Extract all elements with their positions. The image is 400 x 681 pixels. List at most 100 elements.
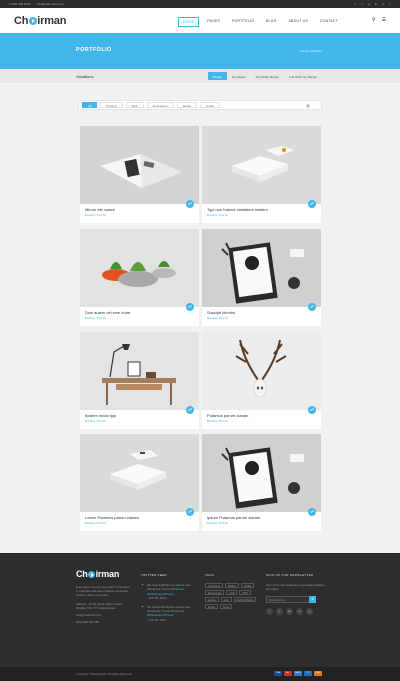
- rss-icon[interactable]: r: [388, 2, 392, 6]
- tag[interactable]: articles: [205, 597, 219, 603]
- link-icon[interactable]: ☍: [186, 406, 194, 414]
- portfolio-image[interactable]: [202, 126, 321, 204]
- google-plus-icon[interactable]: g: [367, 2, 371, 6]
- portfolio-image[interactable]: [80, 332, 199, 410]
- grid-toggle-icon[interactable]: ▦: [301, 103, 315, 109]
- tag[interactable]: MEDIA: [225, 583, 239, 589]
- portfolio-card[interactable]: ☍ Suscipit lobortis Branding / Print Art: [202, 229, 321, 326]
- portfolio-image[interactable]: [202, 434, 321, 512]
- google-plus-icon[interactable]: g+: [286, 607, 293, 615]
- tab-full-width-margin[interactable]: Full Width Margin: [251, 72, 284, 80]
- portfolio-card[interactable]: ☍ Mirum est notare Branding / Print Art: [80, 126, 199, 223]
- footer-newsletter: SIGN UP FOR NEWSLETTER Sign up for our n…: [266, 573, 324, 615]
- pinterest-icon[interactable]: p: [306, 607, 313, 615]
- portfolio-image[interactable]: [80, 229, 199, 307]
- copyright-bar: Copyright © BeautyParty All Rights Reser…: [0, 667, 400, 681]
- card-title[interactable]: Lorem Putamus parum claram: [85, 515, 194, 520]
- nav-pages[interactable]: PAGES: [203, 17, 224, 27]
- link-icon[interactable]: ☍: [186, 200, 194, 208]
- filter-web[interactable]: Web: [125, 102, 144, 108]
- tab-margin[interactable]: Margin: [207, 72, 227, 80]
- nav-portfolio[interactable]: PORTFOLIO: [228, 17, 258, 27]
- tab-no-margin[interactable]: No Margin: [227, 72, 251, 80]
- tag[interactable]: CODE: [240, 583, 255, 589]
- tag[interactable]: PHP: [239, 590, 251, 596]
- nav-contact[interactable]: CONTACT: [316, 17, 342, 27]
- footer-logo[interactable]: Ch irman: [76, 569, 119, 579]
- card-title[interactable]: Suscipit lobortis: [207, 310, 316, 315]
- portfolio-card[interactable]: ☍ Duis autem vel eum iriure Branding / P…: [80, 229, 199, 326]
- site-logo[interactable]: Ch irman: [14, 15, 66, 27]
- filter-illustrations[interactable]: Illustrations: [146, 102, 174, 108]
- portfolio-card[interactable]: ☍ Typi non habent claritatem insitam Bra…: [202, 126, 321, 223]
- facebook-icon[interactable]: f: [353, 2, 357, 6]
- nav-blog[interactable]: BLOG: [262, 17, 281, 27]
- link-icon[interactable]: ☍: [308, 508, 316, 516]
- tag[interactable]: jobs: [220, 597, 232, 603]
- filter-all[interactable]: All: [82, 102, 98, 108]
- nav-home[interactable]: HOME: [177, 17, 200, 27]
- card-title[interactable]: Typi non habent claritatem insitam: [207, 207, 316, 212]
- tag[interactable]: Wordpress: [205, 583, 224, 589]
- tag[interactable]: Portfolio Books: [233, 597, 257, 603]
- twitter-icon[interactable]: t: [360, 2, 364, 6]
- play-icon: [28, 16, 37, 25]
- portfolio-image[interactable]: [80, 126, 199, 204]
- logo-text-end: irman: [37, 14, 67, 27]
- link-icon[interactable]: ☍: [186, 508, 194, 516]
- newsletter-heading: SIGN UP FOR NEWSLETTER: [266, 573, 314, 577]
- link-icon[interactable]: ☍: [186, 303, 194, 311]
- search-icon[interactable]: ⚲: [372, 17, 376, 23]
- facebook-icon[interactable]: f: [266, 607, 273, 615]
- filter-crafts[interactable]: Crafts: [200, 102, 221, 108]
- portfolio-card[interactable]: ☍ Bodem modo typi Branding / Print Art: [80, 332, 199, 429]
- card-meta[interactable]: Branding / Print Art: [85, 522, 194, 525]
- card-title[interactable]: Putamus parum claram: [207, 413, 316, 418]
- card-title[interactable]: Bodem modo typi: [85, 413, 194, 418]
- portfolio-card[interactable]: ☍ Putamus parum claram Branding / Print …: [202, 332, 321, 429]
- email-link[interactable]: info@chairmant.com: [37, 2, 65, 6]
- link-icon[interactable]: ☍: [308, 406, 316, 414]
- portfolio-card[interactable]: ☍ Ipsum Putamus parum claram Branding / …: [202, 434, 321, 531]
- nav-about-us[interactable]: ABOUT US: [285, 17, 312, 27]
- newsletter-submit-button[interactable]: ➤: [309, 595, 316, 603]
- twitter-icon[interactable]: t: [276, 607, 283, 615]
- breadcrumb[interactable]: Home / Portfolio: [300, 49, 322, 53]
- tag[interactable]: Media: [205, 604, 218, 610]
- newsletter-email-input[interactable]: Email address... ➤: [266, 595, 316, 603]
- payment-icons: VISA MC AMEX PP DISC: [274, 671, 322, 676]
- portfolio-card[interactable]: ☍ Lorem Putamus parum claram Branding / …: [80, 434, 199, 531]
- pinterest-icon[interactable]: p: [381, 2, 385, 6]
- portfolio-image[interactable]: [80, 434, 199, 512]
- twitter-heading: TWITTER FEED: [141, 573, 167, 577]
- portfolio-image[interactable]: [202, 332, 321, 410]
- footer-socials: f t g+ in p: [266, 607, 324, 615]
- card-meta[interactable]: Branding / Print Art: [85, 317, 194, 320]
- footer-address: Address : No 96 Ocean Street 12103 Weath…: [76, 601, 122, 610]
- card-meta[interactable]: Branding / Print Art: [85, 214, 194, 217]
- menu-icon[interactable]: ☰: [382, 17, 386, 23]
- footer-logo-text-start: Ch: [76, 569, 88, 579]
- linkedin-icon[interactable]: in: [374, 2, 378, 6]
- tag[interactable]: Demo: [219, 604, 233, 610]
- link-icon[interactable]: ☍: [308, 303, 316, 311]
- tag[interactable]: Ecommerce: [205, 590, 225, 596]
- link-icon[interactable]: ☍: [308, 200, 316, 208]
- card-title[interactable]: Mirum est notare: [85, 207, 194, 212]
- footer-email[interactable]: info@chairmant.com: [76, 613, 132, 617]
- filter-media[interactable]: Media: [176, 102, 197, 108]
- page-title: PORTFOLIO: [76, 47, 112, 53]
- linkedin-icon[interactable]: in: [296, 607, 303, 615]
- tag[interactable]: CSS: [226, 590, 238, 596]
- card-meta[interactable]: Branding / Print Art: [85, 420, 194, 423]
- card-meta[interactable]: Branding / Print Art: [207, 522, 316, 525]
- card-title[interactable]: Ipsum Putamus parum claram: [207, 515, 316, 520]
- card-title[interactable]: Duis autem vel eum iriure: [85, 310, 194, 315]
- filter-printing[interactable]: Printing: [100, 102, 123, 108]
- tab-full-width-no-margin[interactable]: Full Width No Margin: [284, 72, 322, 80]
- card-meta[interactable]: Branding / Print Art: [207, 214, 316, 217]
- card-meta[interactable]: Branding / Print Art: [207, 317, 316, 320]
- amex-icon: AMEX: [294, 671, 302, 676]
- portfolio-image[interactable]: [202, 229, 321, 307]
- card-meta[interactable]: Branding / Print Art: [207, 420, 316, 423]
